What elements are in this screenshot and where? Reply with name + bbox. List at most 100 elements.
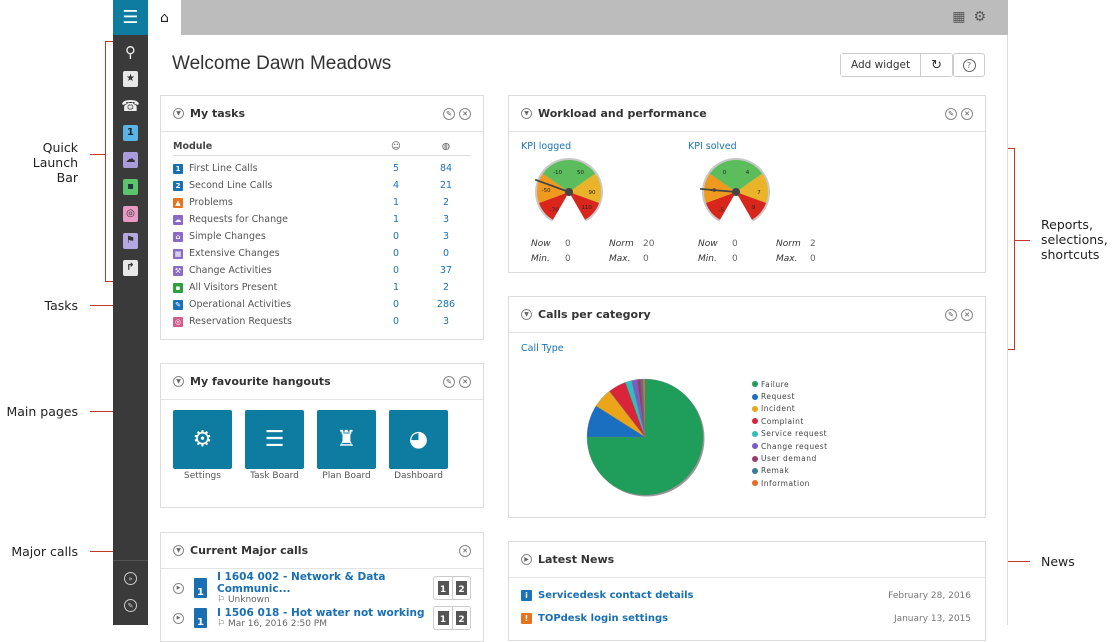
- hangout-task-board[interactable]: ☰ Task Board: [245, 410, 304, 481]
- task-count-all[interactable]: 0: [421, 248, 471, 259]
- task-row[interactable]: ▦ Extensive Changes 0 0: [173, 245, 471, 262]
- major-call-row: ▶ 1 I 1506 018 - Hot water not working ⚐…: [161, 603, 483, 633]
- legend-item: Remak: [752, 465, 828, 477]
- task-count-mine[interactable]: 1: [371, 214, 421, 225]
- news-link[interactable]: TOPdesk login settings: [538, 613, 894, 624]
- collapse-toggle[interactable]: ▼: [521, 309, 532, 320]
- hangout-settings[interactable]: ⚙ Settings: [173, 410, 232, 481]
- task-count-all[interactable]: 3: [421, 316, 471, 327]
- task-count-all[interactable]: 21: [421, 180, 471, 191]
- quick-launch-visitors[interactable]: ▪: [113, 173, 148, 200]
- clipboard-list-icon: ☰: [264, 427, 285, 452]
- quick-launch-first-line-calls[interactable]: 1: [113, 119, 148, 146]
- task-count-mine[interactable]: 0: [371, 299, 421, 310]
- expand-toggle[interactable]: ▶: [521, 554, 532, 565]
- task-row[interactable]: ✎ Operational Activities 0 286: [173, 296, 471, 313]
- task-count-all[interactable]: 286: [421, 299, 471, 310]
- major-call-link[interactable]: I 1604 002 - Network & Data Communic...: [217, 571, 433, 595]
- task-row[interactable]: ▲ Problems 1 2: [173, 194, 471, 211]
- task-row[interactable]: 2 Second Line Calls 4 21: [173, 177, 471, 194]
- help-button[interactable]: ?: [953, 53, 985, 77]
- major-call-link[interactable]: I 1506 018 - Hot water not working: [217, 607, 433, 619]
- task-count-mine[interactable]: 0: [371, 231, 421, 242]
- quick-launch-shortcut[interactable]: ↱: [113, 254, 148, 281]
- legend-item: Request: [752, 390, 828, 402]
- task-row[interactable]: ⚒ Change Activities 0 37: [173, 262, 471, 279]
- expand-button[interactable]: »: [113, 565, 148, 592]
- kpi-link[interactable]: KPI solved: [688, 141, 737, 152]
- news-link[interactable]: Servicedesk contact details: [538, 590, 888, 601]
- legend-item: User demand: [752, 452, 828, 464]
- annotation-reports: Reports, selections, shortcuts: [1041, 217, 1108, 262]
- edit-widget-button[interactable]: ✎: [945, 308, 957, 321]
- widget-title: My tasks: [190, 107, 246, 120]
- gauge-tick-label: 50: [577, 170, 584, 176]
- close-widget-button[interactable]: ✕: [459, 544, 471, 557]
- task-module: ✎ Operational Activities: [173, 299, 371, 310]
- quick-launch-phone-user[interactable]: ☎: [113, 92, 148, 119]
- close-widget-button[interactable]: ✕: [459, 375, 471, 388]
- quick-launch-search[interactable]: ⚲: [113, 38, 148, 65]
- task-count-mine[interactable]: 0: [371, 265, 421, 276]
- double-chevron-right-icon: »: [124, 572, 137, 585]
- first-line-button[interactable]: 1: [434, 577, 452, 599]
- kpi-link[interactable]: KPI logged: [521, 141, 571, 152]
- second-line-button[interactable]: 2: [452, 607, 470, 629]
- edit-button[interactable]: ✎: [113, 592, 148, 619]
- collapse-toggle[interactable]: ▼: [173, 545, 184, 556]
- hangout-label: Plan Board: [322, 471, 371, 481]
- task-row[interactable]: ⌂ Simple Changes 0 3: [173, 228, 471, 245]
- task-count-mine[interactable]: 1: [371, 282, 421, 293]
- call-type-link[interactable]: Call Type: [521, 343, 564, 354]
- my-tasks-widget: ▼ My tasks ✎ ✕ Module ☺ ◍ 1 First Line Ca…: [160, 95, 484, 340]
- second-line-button[interactable]: 2: [452, 577, 470, 599]
- user-settings-icon[interactable]: ⚙: [973, 9, 986, 25]
- edit-widget-button[interactable]: ✎: [443, 375, 455, 388]
- collapse-toggle[interactable]: ▼: [173, 108, 184, 119]
- quick-launch-favorites[interactable]: ★: [113, 65, 148, 92]
- task-row[interactable]: 1 First Line Calls 5 84: [173, 160, 471, 177]
- quick-launch-plan[interactable]: ⚑: [113, 227, 148, 254]
- collapse-toggle[interactable]: ▼: [521, 108, 532, 119]
- chart-legend: Failure Request Incident Complaint Service r…: [752, 378, 828, 490]
- reservation-icon: ◎: [173, 316, 183, 327]
- quick-launch-reservations[interactable]: ◎: [113, 200, 148, 227]
- change-icon: ☁: [123, 151, 138, 168]
- hangout-dashboard[interactable]: ◕ Dashboard: [389, 410, 448, 481]
- task-count-all[interactable]: 2: [421, 197, 471, 208]
- task-count-mine[interactable]: 5: [371, 163, 421, 174]
- close-widget-button[interactable]: ✕: [459, 107, 471, 120]
- close-widget-button[interactable]: ✕: [961, 107, 973, 120]
- gauge-tick-label: 9: [752, 205, 756, 211]
- task-count-all[interactable]: 37: [421, 265, 471, 276]
- task-count-all[interactable]: 84: [421, 163, 471, 174]
- task-module: ⚒ Change Activities: [173, 265, 371, 276]
- expand-call-button[interactable]: ▶: [173, 582, 184, 594]
- expand-call-button[interactable]: ▶: [173, 612, 184, 624]
- task-count-all[interactable]: 3: [421, 214, 471, 225]
- gauge-hub: [565, 188, 573, 196]
- task-row[interactable]: ▪ All Visitors Present 1 2: [173, 279, 471, 296]
- quick-launch-changes[interactable]: ☁: [113, 146, 148, 173]
- task-count-mine[interactable]: 1: [371, 197, 421, 208]
- layout-icon[interactable]: ▦: [952, 9, 965, 25]
- task-row[interactable]: ◎ Reservation Requests 0 3: [173, 313, 471, 330]
- task-count-mine[interactable]: 4: [371, 180, 421, 191]
- refresh-button[interactable]: ↻: [920, 54, 952, 76]
- edit-widget-button[interactable]: ✎: [945, 107, 957, 120]
- legend-swatch: [752, 467, 758, 474]
- task-count-mine[interactable]: 0: [371, 316, 421, 327]
- close-widget-button[interactable]: ✕: [961, 308, 973, 321]
- home-tab[interactable]: ⌂: [148, 0, 181, 35]
- task-count-all[interactable]: 2: [421, 282, 471, 293]
- first-line-button[interactable]: 1: [434, 607, 452, 629]
- task-count-mine[interactable]: 0: [371, 248, 421, 259]
- hangout-tile: ⚙: [173, 410, 232, 469]
- add-widget-button[interactable]: Add widget: [841, 54, 921, 76]
- task-count-all[interactable]: 3: [421, 231, 471, 242]
- collapse-toggle[interactable]: ▼: [173, 376, 184, 387]
- edit-widget-button[interactable]: ✎: [443, 107, 455, 120]
- menu-button[interactable]: ☰: [113, 0, 148, 35]
- task-row[interactable]: ☁ Requests for Change 1 3: [173, 211, 471, 228]
- hangout-plan-board[interactable]: ♜ Plan Board: [317, 410, 376, 481]
